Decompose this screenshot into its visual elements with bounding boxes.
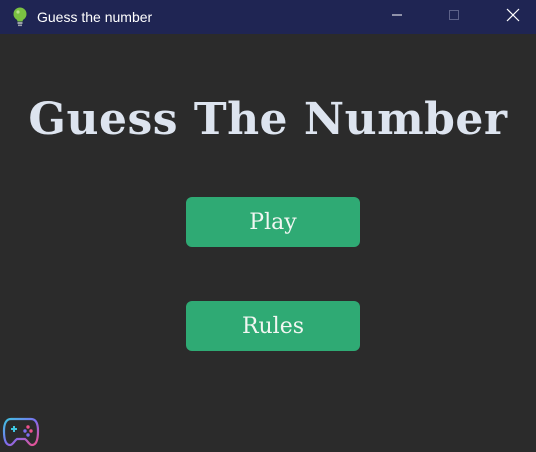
app-window: Guess the number Guess The Number Play R… [0,0,536,452]
title-bar[interactable]: Guess the number [0,0,536,34]
close-icon [506,8,520,27]
minimize-button[interactable] [374,0,420,34]
gamepad-icon [2,413,40,449]
game-title: Guess The Number [28,94,508,145]
minimize-icon [391,8,403,26]
window-title: Guess the number [37,9,153,25]
rules-button[interactable]: Rules [186,301,360,351]
play-button[interactable]: Play [186,197,360,247]
lightbulb-icon [11,6,29,28]
close-button[interactable] [490,0,536,34]
maximize-icon [448,8,460,26]
maximize-button[interactable] [431,0,477,34]
